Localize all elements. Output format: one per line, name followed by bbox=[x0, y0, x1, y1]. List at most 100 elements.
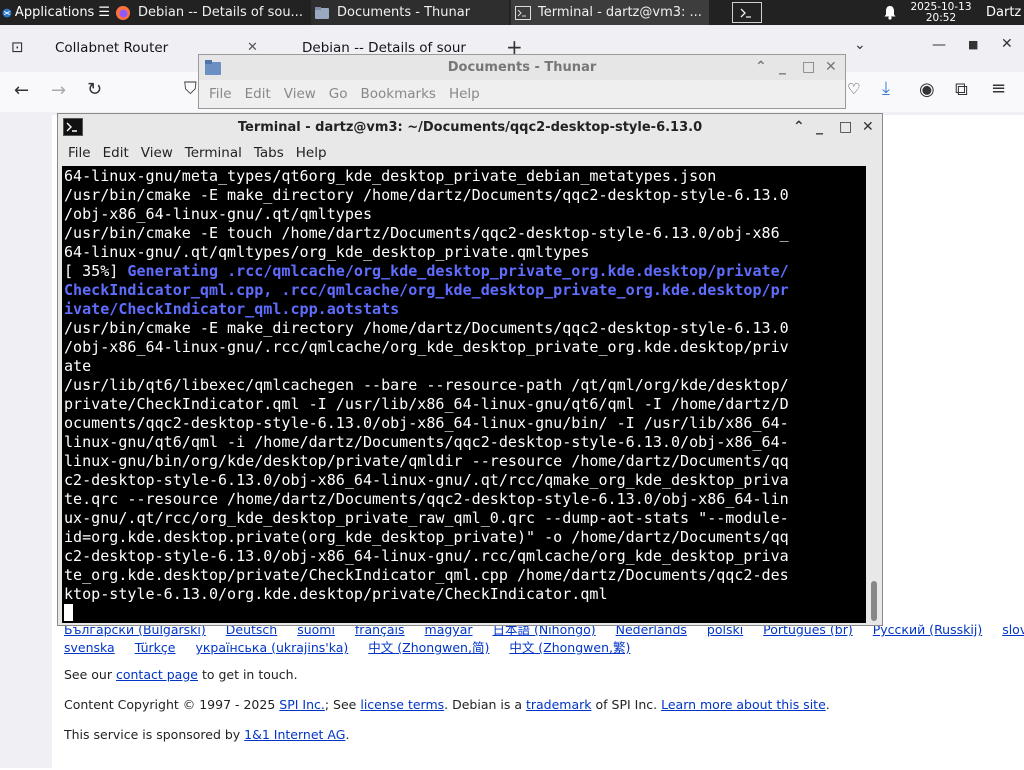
terminal-title: Terminal - dartz@vm3: ~/Documents/qqc2-d… bbox=[237, 120, 703, 135]
language-link[interactable]: slovensky bbox=[1002, 622, 1024, 637]
terminal-window: Terminal - dartz@vm3: ~/Documents/qqc2-d… bbox=[57, 113, 883, 626]
maximize-icon[interactable]: □ bbox=[839, 114, 852, 141]
folder-icon bbox=[205, 60, 221, 75]
terminal-line: c2-desktop-style-6.13.0/obj-x86_64-linux… bbox=[64, 547, 789, 565]
spi-link[interactable]: SPI Inc. bbox=[279, 697, 325, 712]
clock[interactable]: 2025-10-13 20:52 bbox=[908, 0, 974, 25]
chevron-down-icon[interactable]: ⌄ bbox=[854, 37, 866, 53]
terminal-line: 64-linux-gnu/.qt/qmltypes/org_kde_deskto… bbox=[64, 243, 590, 261]
language-links-row-2: svenska Türkçe українська (ukrajins'ka) … bbox=[64, 637, 646, 656]
language-link[interactable]: 中文 (Zhongwen,繁) bbox=[509, 640, 630, 655]
tab-list-icon[interactable]: ⊡ bbox=[11, 38, 24, 56]
terminal-line: [ 35%] Generating .rcc/qmlcache/org_kde_… bbox=[64, 262, 864, 281]
generating-text: ivate/CheckIndicator_qml.cpp.aotstats bbox=[64, 300, 400, 318]
shade-icon[interactable]: ⌃ bbox=[793, 114, 805, 141]
contact-page-link[interactable]: contact page bbox=[116, 667, 198, 682]
license-terms-link[interactable]: license terms bbox=[360, 697, 444, 712]
terminal-line: /obj-x86_64-linux-gnu/.rcc/qmlcache/org_… bbox=[64, 338, 789, 356]
language-link[interactable]: Русский (Russkij) bbox=[873, 622, 982, 637]
pocket-icon[interactable]: ♡ bbox=[847, 80, 860, 98]
contact-prefix: See our bbox=[64, 667, 116, 682]
copyright-prefix: Content Copyright © 1997 - 2025 bbox=[64, 697, 280, 712]
menu-view[interactable]: View bbox=[284, 86, 316, 102]
thunar-titlebar[interactable]: Documents - Thunar ⌃ _ □ ✕ bbox=[199, 55, 845, 80]
hamburger-menu-icon[interactable]: ≡ bbox=[991, 78, 1006, 99]
scrollbar-thumb[interactable] bbox=[871, 581, 877, 621]
back-icon[interactable]: ← bbox=[14, 80, 29, 101]
copyright-text: . Debian is a bbox=[444, 697, 526, 712]
copyright-text: of SPI Inc. bbox=[591, 697, 662, 712]
terminal-scrollbar[interactable] bbox=[868, 166, 880, 623]
menu-file[interactable]: File bbox=[209, 86, 232, 102]
contact-suffix: to get in touch. bbox=[197, 667, 298, 682]
language-link[interactable]: svenska bbox=[64, 640, 115, 655]
terminal-titlebar[interactable]: Terminal - dartz@vm3: ~/Documents/qqc2-d… bbox=[58, 114, 882, 141]
close-icon[interactable]: ✕ bbox=[862, 114, 874, 141]
thunar-title: Documents - Thunar bbox=[447, 60, 597, 75]
maximize-icon[interactable]: ■ bbox=[968, 38, 978, 51]
contact-line: See our contact page to get in touch. bbox=[64, 667, 298, 682]
copyright-text: ; See bbox=[324, 697, 361, 712]
sponsor-link[interactable]: 1&1 Internet AG bbox=[244, 727, 345, 742]
menu-edit[interactable]: Edit bbox=[103, 145, 129, 161]
menu-file[interactable]: File bbox=[68, 145, 91, 161]
minimize-icon[interactable]: _ bbox=[779, 55, 786, 80]
terminal-line: /usr/bin/cmake -E make_directory /home/d… bbox=[64, 319, 789, 337]
clock-date: 2025-10-13 bbox=[910, 0, 972, 13]
close-icon[interactable]: ✕ bbox=[825, 55, 837, 80]
account-icon[interactable]: ◉ bbox=[919, 79, 935, 100]
menu-help[interactable]: Help bbox=[449, 86, 480, 102]
generating-text: CheckIndicator_qml.cpp, .rcc/qmlcache/or… bbox=[64, 281, 789, 299]
language-link[interactable]: українська (ukrajins'ka) bbox=[195, 640, 348, 655]
minimize-icon[interactable]: _ bbox=[816, 114, 823, 141]
terminal-line: private/CheckIndicator.qml -I /usr/lib/x… bbox=[64, 395, 789, 413]
terminal-line: /usr/bin/cmake -E make_directory /home/d… bbox=[64, 186, 789, 204]
menu-icon: ☰ bbox=[98, 5, 110, 20]
xfce-logo-icon bbox=[2, 8, 12, 17]
language-link[interactable]: Türkçe bbox=[135, 640, 176, 655]
tab-label: Collabnet Router bbox=[55, 40, 169, 56]
menu-terminal[interactable]: Terminal bbox=[185, 145, 242, 161]
terminal-line: ocuments/qqc2-desktop-style-6.13.0/obj-x… bbox=[64, 414, 789, 432]
reload-icon[interactable]: ↻ bbox=[87, 79, 102, 100]
menu-bookmarks[interactable]: Bookmarks bbox=[361, 86, 436, 102]
forward-icon[interactable]: → bbox=[51, 80, 66, 101]
taskbar-item-firefox[interactable]: Debian -- Details of sou... bbox=[112, 0, 308, 25]
menu-view[interactable]: View bbox=[141, 145, 173, 161]
shield-icon[interactable]: ⛉ bbox=[184, 79, 197, 99]
taskbar-item-label: Debian -- Details of sou... bbox=[138, 5, 303, 20]
menu-go[interactable]: Go bbox=[329, 86, 348, 102]
terminal-output[interactable]: 64-linux-gnu/meta_types/qt6org_kde_deskt… bbox=[62, 166, 866, 623]
terminal-line: /obj-x86_64-linux-gnu/.qt/qmltypes bbox=[64, 205, 373, 223]
close-icon[interactable]: ✕ bbox=[1001, 36, 1013, 52]
firefox-icon bbox=[116, 5, 130, 20]
workspace-terminal-icon bbox=[732, 2, 762, 23]
menu-tabs[interactable]: Tabs bbox=[254, 145, 284, 161]
sponsor-prefix: This service is sponsored by bbox=[64, 727, 245, 742]
minimize-icon[interactable]: — bbox=[932, 37, 946, 53]
copyright-line: Content Copyright © 1997 - 2025 SPI Inc.… bbox=[64, 697, 830, 712]
terminal-line: 64-linux-gnu/meta_types/qt6org_kde_deskt… bbox=[64, 167, 717, 185]
trademark-link[interactable]: trademark bbox=[526, 697, 592, 712]
applications-menu-button[interactable]: Applications ☰ bbox=[0, 0, 110, 25]
taskbar-item-terminal[interactable]: Terminal - dartz@vm3: ... bbox=[511, 0, 709, 25]
user-menu[interactable]: Dartz bbox=[986, 0, 1024, 25]
menu-help[interactable]: Help bbox=[296, 145, 327, 161]
download-icon[interactable]: ⤓ bbox=[882, 78, 890, 99]
shade-icon[interactable]: ⌃ bbox=[755, 55, 767, 80]
language-link[interactable]: 中文 (Zhongwen,简) bbox=[368, 640, 489, 655]
close-tab-icon[interactable]: ✕ bbox=[247, 40, 258, 55]
folder-icon bbox=[315, 6, 329, 19]
thunar-menubar: File Edit View Go Bookmarks Help bbox=[199, 81, 483, 107]
learn-more-link[interactable]: Learn more about this site bbox=[661, 697, 826, 712]
menu-edit[interactable]: Edit bbox=[245, 86, 271, 102]
maximize-icon[interactable]: □ bbox=[802, 55, 815, 80]
terminal-text: 64-linux-gnu/meta_types/qt6org_kde_deskt… bbox=[64, 167, 864, 604]
sponsor-line: This service is sponsored by 1&1 Interne… bbox=[64, 727, 349, 742]
extensions-icon[interactable]: ⧉ bbox=[955, 79, 968, 100]
taskbar-item-thunar[interactable]: Documents - Thunar bbox=[311, 0, 509, 25]
terminal-line: c2-desktop-style-6.13.0/obj-x86_64-linux… bbox=[64, 471, 789, 489]
terminal-icon bbox=[515, 5, 531, 20]
workspace-switcher[interactable] bbox=[730, 0, 764, 25]
notification-bell-icon[interactable] bbox=[880, 0, 900, 25]
